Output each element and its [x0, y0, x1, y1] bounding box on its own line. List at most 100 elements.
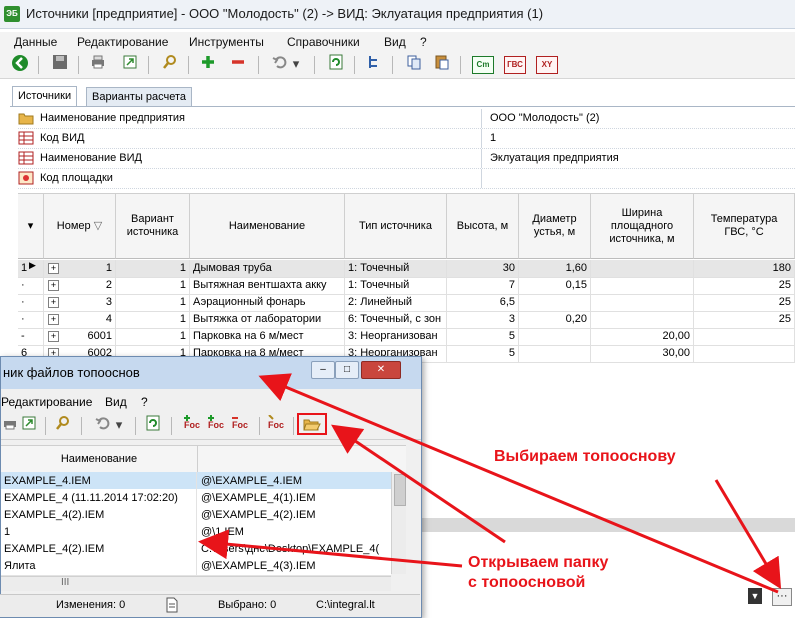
grid-header-diameter[interactable]: Диаметр устья, м — [519, 193, 591, 259]
grid-header-type[interactable]: Тип источника — [345, 193, 447, 259]
scrollbar-thumb[interactable] — [394, 474, 406, 506]
cell-var[interactable]: 1 — [116, 260, 190, 277]
undo-icon[interactable] — [270, 54, 290, 74]
add-topobase-icon[interactable]: Foc — [183, 415, 203, 435]
dialog-cell-name[interactable]: EXAMPLE_4 (11.11.2014 17:02:20) — [1, 489, 197, 507]
cell-w[interactable] — [591, 277, 694, 294]
table-row[interactable]: - +6001 1 Парковка на 6 м/мест 3: Неорганизо… — [18, 328, 795, 346]
cell-name[interactable]: Аэрационный фонарь — [190, 294, 345, 311]
paste-icon[interactable] — [432, 54, 452, 74]
dialog-menu-edit[interactable]: Редактирование — [1, 395, 92, 409]
cell-t[interactable]: 25 — [694, 311, 795, 328]
close-icon[interactable]: ✕ — [361, 361, 401, 379]
cell-type[interactable]: 1: Точечный — [345, 277, 447, 294]
dialog-cell-name[interactable]: Ялита — [1, 557, 197, 575]
cell-h[interactable]: 6,5 — [447, 294, 519, 311]
copy-icon[interactable] — [404, 54, 424, 74]
cell-name[interactable]: Парковка на 6 м/мест — [190, 328, 345, 345]
dialog-cell-path[interactable]: @\EXAMPLE_4(1).IEM — [198, 489, 391, 507]
cell-d[interactable]: 0,15 — [519, 277, 591, 294]
cm-icon[interactable]: Cm — [472, 56, 494, 74]
cell-w[interactable] — [591, 260, 694, 277]
print-icon[interactable] — [88, 54, 108, 74]
add-icon[interactable] — [198, 54, 218, 74]
cell-var[interactable]: 1 — [116, 328, 190, 345]
tab-sources[interactable]: Источники — [12, 86, 78, 107]
dialog-menu-help[interactable]: ? — [141, 395, 148, 409]
cell-type[interactable]: 6: Точечный, с зон — [345, 311, 447, 328]
menu-data[interactable]: Данные — [14, 35, 57, 49]
menu-edit[interactable]: Редактирование — [77, 35, 168, 49]
row-indicator[interactable]: · — [18, 294, 44, 311]
cell-d[interactable] — [519, 345, 591, 362]
cell-t[interactable]: 25 — [694, 294, 795, 311]
row-indicator[interactable]: - — [18, 328, 44, 345]
grid-header-number[interactable]: Номер ▽ — [44, 193, 116, 259]
cell-t[interactable] — [694, 328, 795, 345]
xy-icon[interactable]: XY — [536, 56, 558, 74]
cell-var[interactable]: 1 — [116, 277, 190, 294]
gvs-icon[interactable]: ГВС — [504, 56, 526, 74]
grid-header-variant[interactable]: Вариант источника — [116, 193, 190, 259]
cell-num[interactable]: 3 — [44, 294, 116, 311]
cell-h[interactable]: 7 — [447, 277, 519, 294]
tree-icon[interactable] — [364, 54, 384, 74]
cell-w[interactable] — [591, 294, 694, 311]
dialog-cell-path[interactable]: C:\Users\днс\Desktop\EXAMPLE_4( — [198, 540, 391, 558]
menu-tools[interactable]: Инструменты — [189, 35, 264, 49]
minimize-icon[interactable]: – — [311, 361, 335, 379]
cell-d[interactable]: 1,60 — [519, 260, 591, 277]
property-value[interactable]: Эклуатация предприятия — [490, 152, 619, 164]
table-row[interactable]: · +3 1 Аэрационный фонарь 2: Линейный 6,5 25 — [18, 294, 795, 312]
cell-type[interactable]: 1: Точечный — [345, 260, 447, 277]
dialog-table-row[interactable]: Ялита @\EXAMPLE_4(3).IEM — [1, 557, 391, 576]
sort-filter-icon[interactable]: ▽ — [94, 220, 102, 233]
dialog-cell-name[interactable]: EXAMPLE_4(2).IEM — [1, 506, 197, 524]
undo-dropdown-icon[interactable]: ▾ — [290, 54, 302, 74]
ellipsis-button[interactable]: ··· — [772, 588, 792, 606]
remove-topobase-icon[interactable]: Foc — [231, 415, 251, 435]
cell-type[interactable]: 3: Неорганизован — [345, 328, 447, 345]
grid-header-height[interactable]: Высота, м — [447, 193, 519, 259]
cell-num[interactable]: 6001 — [44, 328, 116, 345]
open-folder-button[interactable] — [297, 413, 327, 435]
cell-t[interactable] — [694, 345, 795, 362]
menu-reference[interactable]: Справочники — [287, 35, 360, 49]
menu-view[interactable]: Вид — [384, 35, 406, 49]
edit-topobase-icon[interactable]: Foc — [267, 414, 287, 435]
dialog-cell-name[interactable]: EXAMPLE_4(2).IEM — [1, 540, 197, 558]
cell-num[interactable]: 2 — [44, 277, 116, 294]
table-row[interactable]: 1 ▶ +1 1 Дымовая труба 1: Точечный 30 1,60 180 — [18, 260, 795, 278]
refresh-icon[interactable] — [326, 54, 346, 74]
scrollbar-grip[interactable]: III — [61, 577, 69, 588]
cell-t[interactable]: 25 — [694, 277, 795, 294]
grid-header-temperature[interactable]: Температура ГВС, °С — [694, 193, 795, 259]
grid-header-name[interactable]: Наименование — [190, 193, 345, 259]
dialog-cell-name[interactable]: 1 — [1, 523, 197, 541]
cell-name[interactable]: Дымовая труба — [190, 260, 345, 277]
dialog-cell-name[interactable]: EXAMPLE_4.IEM — [1, 472, 197, 490]
remove-icon[interactable] — [228, 54, 248, 74]
cell-w[interactable]: 30,00 — [591, 345, 694, 362]
cell-name[interactable]: Вытяжка от лаборатории — [190, 311, 345, 328]
row-indicator[interactable]: · — [18, 277, 44, 294]
tab-calc-variants[interactable]: Варианты расчета — [86, 87, 193, 107]
dropdown-arrow-icon[interactable]: ▼ — [748, 588, 762, 604]
dialog-cell-path[interactable]: @\EXAMPLE_4.IEM — [198, 472, 391, 490]
save-icon[interactable] — [50, 54, 70, 74]
dialog-vertical-scrollbar[interactable] — [391, 472, 406, 574]
dialog-menu-view[interactable]: Вид — [105, 395, 127, 409]
property-value[interactable]: 1 — [490, 132, 496, 144]
export-icon[interactable] — [19, 415, 39, 435]
cell-h[interactable]: 5 — [447, 328, 519, 345]
cell-d[interactable] — [519, 328, 591, 345]
cell-h[interactable]: 5 — [447, 345, 519, 362]
dialog-column-name[interactable]: Наименование — [1, 445, 198, 473]
dialog-horizontal-scrollbar[interactable]: III — [1, 576, 391, 591]
maximize-icon[interactable]: □ — [335, 361, 359, 379]
cell-h[interactable]: 3 — [447, 311, 519, 328]
search-icon[interactable] — [160, 54, 180, 74]
cell-num[interactable]: 1 — [44, 260, 116, 277]
table-row[interactable]: · +2 1 Вытяжная вентшахта акку 1: Точечный 7 0… — [18, 277, 795, 295]
grid-header-width[interactable]: Ширина площадного источника, м — [591, 193, 694, 259]
